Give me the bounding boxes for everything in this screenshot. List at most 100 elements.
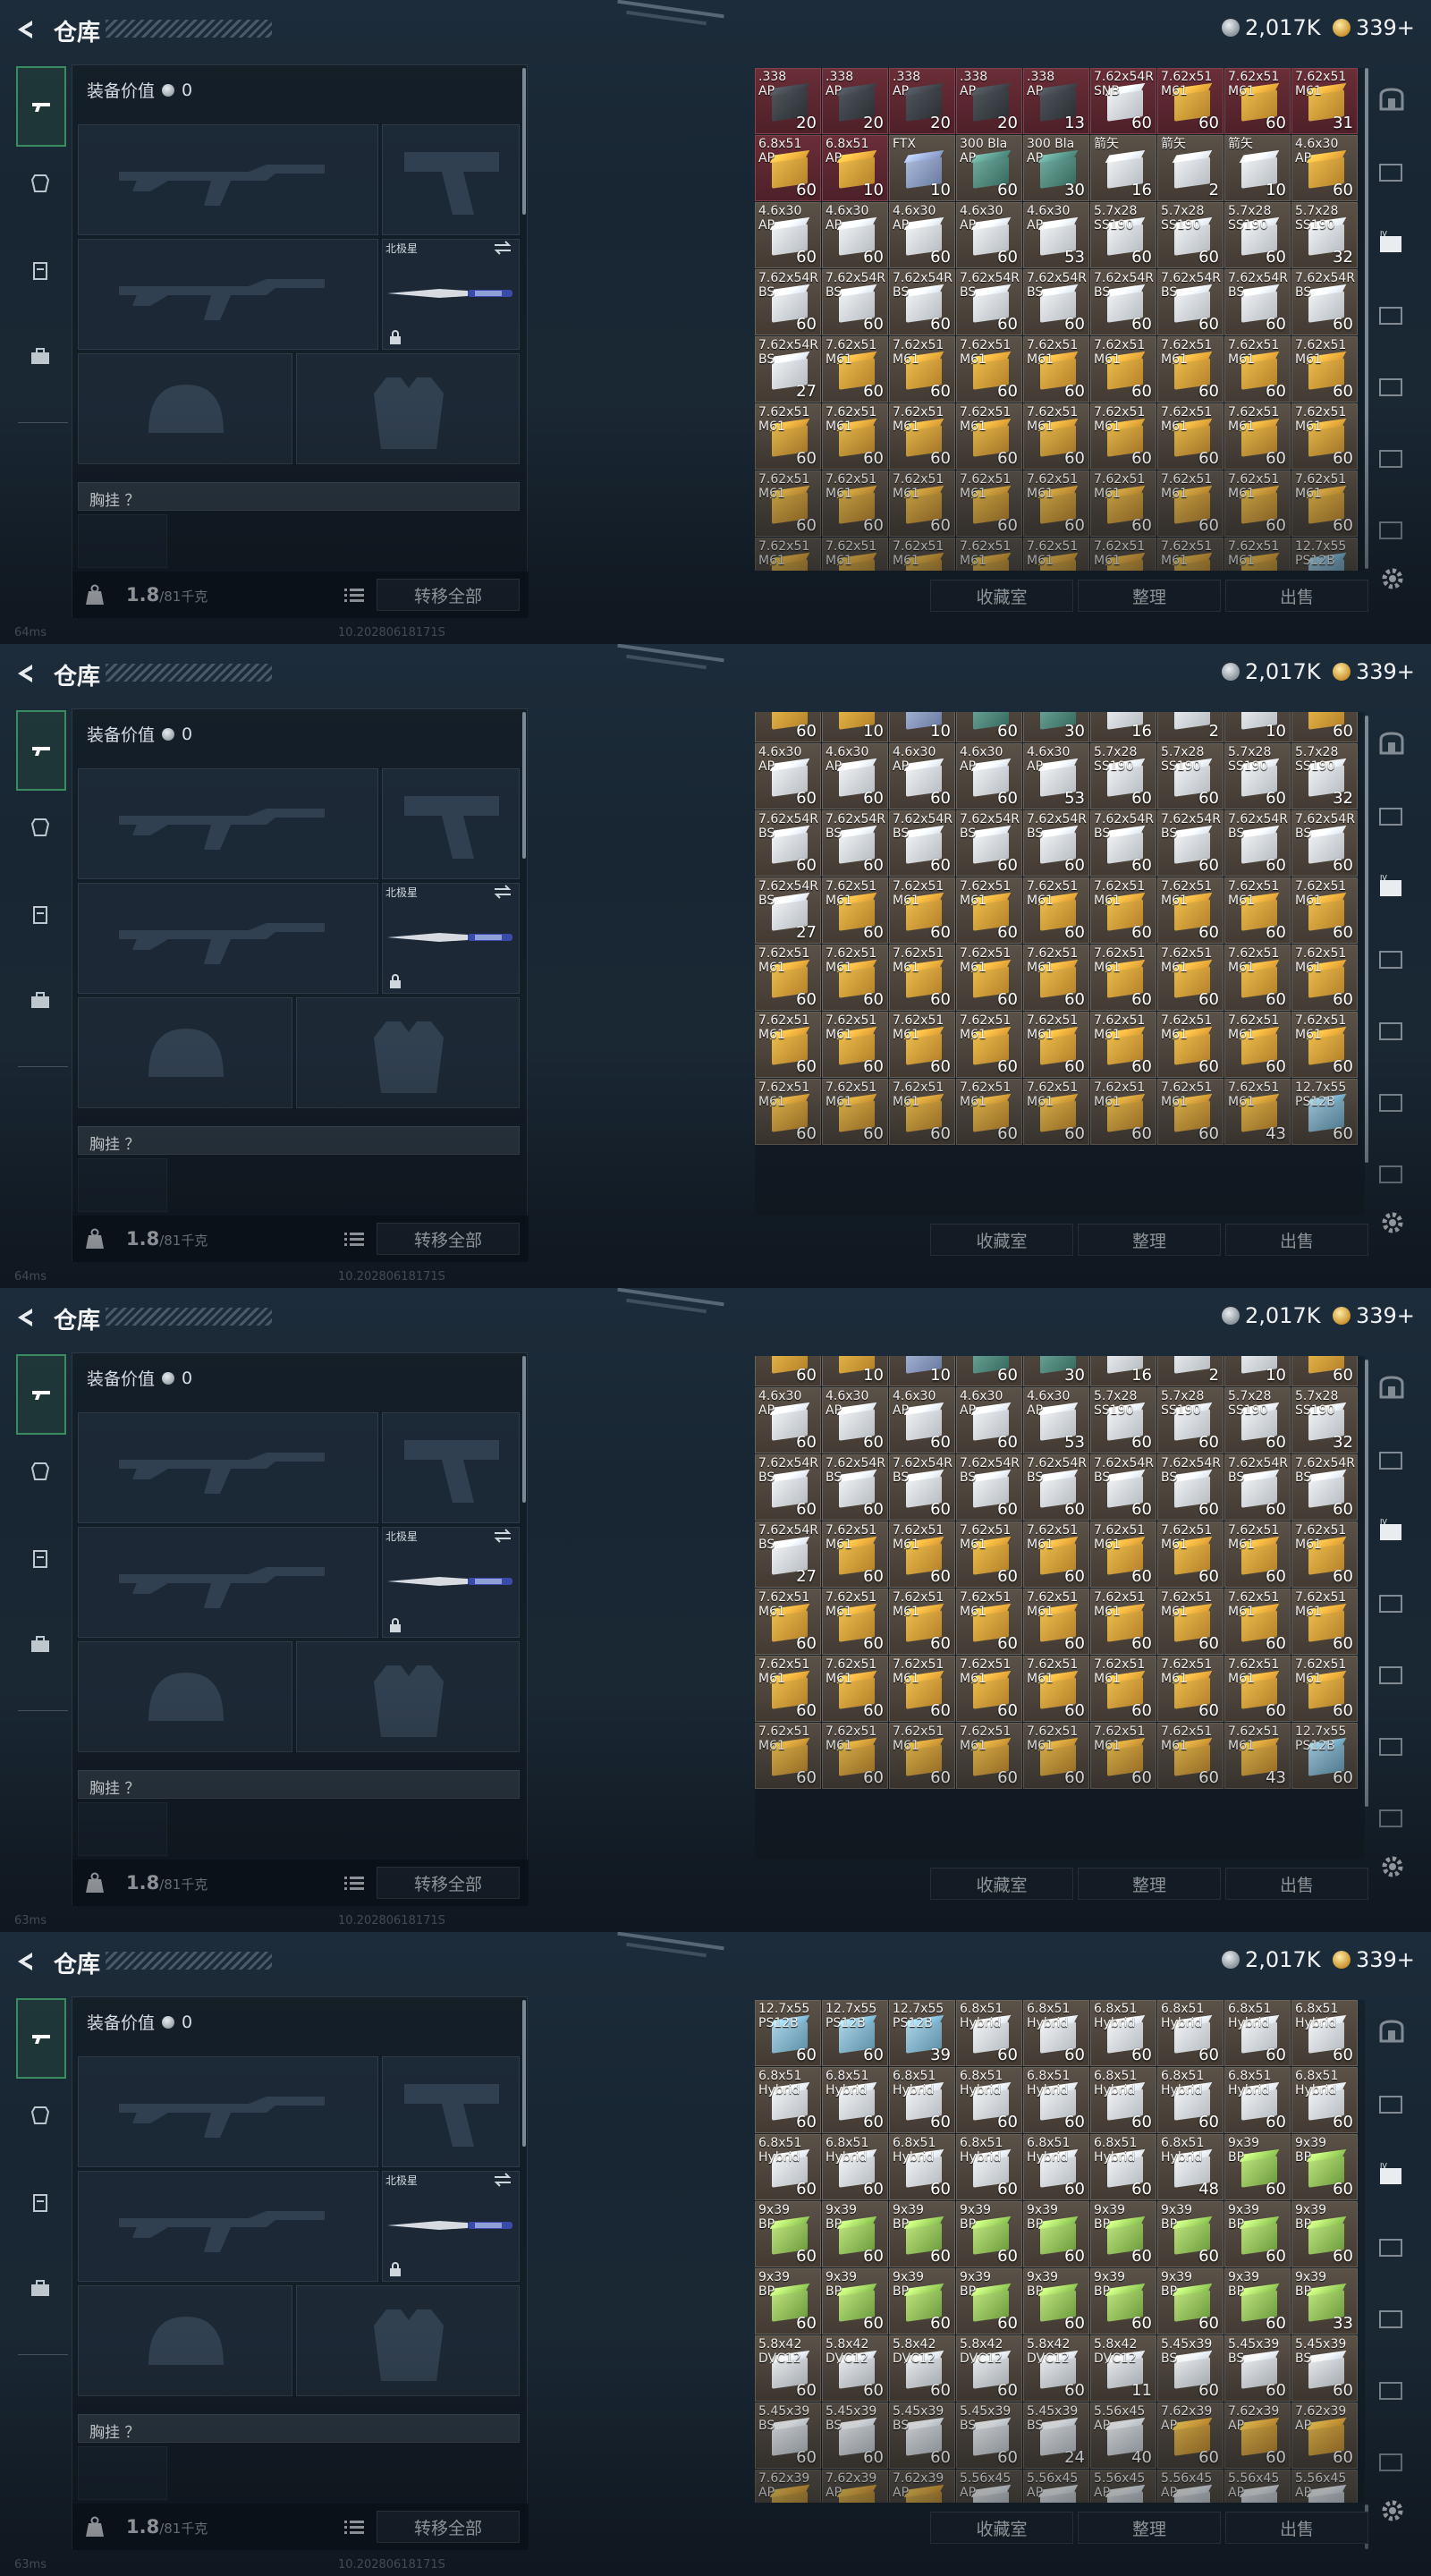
stash-item[interactable]: 7.62x51 M61 bbox=[1224, 538, 1291, 571]
helmet-slot[interactable] bbox=[78, 353, 292, 464]
stash-item[interactable]: 7.62x51 M61 60 bbox=[956, 336, 1022, 402]
nav-weapons[interactable] bbox=[16, 1998, 66, 2079]
stash-item[interactable]: 9x39 BP 60 bbox=[1224, 2201, 1291, 2267]
stash-item[interactable]: 7.62x54R BS 60 bbox=[956, 810, 1022, 877]
stash-item[interactable]: 7.62x51 M61 60 bbox=[1291, 1656, 1358, 1722]
stash-item[interactable]: 5.7x28 SS190 60 bbox=[1157, 1387, 1224, 1453]
stash-item[interactable]: 5.45x39 BS 24 bbox=[1023, 2402, 1089, 2469]
stash-item[interactable]: 7.62x51 M61 60 bbox=[755, 1656, 821, 1722]
stash-item[interactable]: 7.62x54R BS 60 bbox=[1023, 269, 1089, 335]
stash-item[interactable]: 7.62x51 M61 60 bbox=[1291, 1589, 1358, 1655]
stash-item[interactable]: 9x39 BP 60 bbox=[755, 2268, 821, 2334]
secondary-weapon-slot[interactable] bbox=[78, 239, 378, 350]
stash-item[interactable]: 7.62x51 M61 60 bbox=[956, 470, 1022, 537]
stash-item[interactable]: 7.62x51 M61 31 bbox=[1291, 68, 1358, 134]
stash-item[interactable]: 5.8x42 DVC12 60 bbox=[822, 2335, 888, 2402]
stash-item[interactable]: 7.62x51 M61 60 bbox=[1157, 877, 1224, 944]
stash-tab-3[interactable] bbox=[1376, 301, 1408, 327]
stash-item[interactable]: 7.62x51 M61 60 bbox=[1157, 1079, 1224, 1145]
stash-item[interactable]: 7.62x54R BS 27 bbox=[755, 877, 821, 944]
stash-tab-all[interactable] bbox=[1376, 2018, 1408, 2045]
stash-item[interactable]: 7.62x51 M61 60 bbox=[956, 403, 1022, 470]
stash-item[interactable]: 7.62x54R BS 60 bbox=[1157, 269, 1224, 335]
stash-item[interactable]: 7.62x51 M61 60 bbox=[1090, 470, 1156, 537]
stash-scrollbar[interactable] bbox=[1365, 1360, 1368, 1807]
stash-item[interactable]: 6.8x51 Hybrid 60 bbox=[1157, 2067, 1224, 2133]
sort-button[interactable]: 整理 bbox=[1078, 1868, 1221, 1900]
stash-item[interactable]: 6.8x51 Hybrid 60 bbox=[956, 2000, 1022, 2066]
stash-item[interactable]: 6.8x51 Hybrid 60 bbox=[889, 2067, 955, 2133]
stash-item[interactable]: 7.62x51 M61 60 bbox=[889, 1012, 955, 1078]
stash-item[interactable]: 6.8x51 Hybrid 60 bbox=[1291, 2067, 1358, 2133]
collection-button[interactable]: 收藏室 bbox=[930, 1868, 1073, 1900]
chest-rig-header[interactable]: 胸挂 ？ bbox=[78, 1126, 520, 1155]
stash-item[interactable]: 7.62x51 M61 60 bbox=[1090, 1723, 1156, 1789]
stash-item[interactable]: 7.62x51 M61 60 bbox=[956, 945, 1022, 1011]
stash-tab-1[interactable] bbox=[1376, 157, 1408, 184]
transfer-all-button[interactable]: 转移全部 bbox=[377, 579, 520, 611]
stash-item[interactable]: 6.8x51 Hybrid 60 bbox=[1023, 2067, 1089, 2133]
stash-tab-2[interactable]: IV bbox=[1376, 873, 1408, 900]
stash-item[interactable]: 6.8x51 Hybrid 60 bbox=[956, 2134, 1022, 2200]
stash-item[interactable]: 9x39 BP 60 bbox=[1023, 2268, 1089, 2334]
stash-item[interactable]: 7.62x51 M61 bbox=[1090, 538, 1156, 571]
nav-armor[interactable] bbox=[18, 805, 63, 850]
stash-item[interactable]: 4.6x30 AP 60 bbox=[956, 202, 1022, 268]
secondary-weapon-slot[interactable] bbox=[78, 1527, 378, 1638]
collection-button[interactable]: 收藏室 bbox=[930, 2512, 1073, 2544]
stash-item[interactable]: 7.62x51 M61 60 bbox=[755, 945, 821, 1011]
list-icon[interactable] bbox=[344, 588, 364, 604]
stash-item[interactable]: 16 bbox=[1090, 712, 1156, 742]
stash-item[interactable]: 7.62x51 M61 60 bbox=[1157, 470, 1224, 537]
stash-item[interactable]: 7.62x51 M61 bbox=[1023, 538, 1089, 571]
stash-item[interactable]: 5.56x45 AP 40 bbox=[1090, 2402, 1156, 2469]
stash-item[interactable]: 箭矢 10 bbox=[1224, 135, 1291, 201]
stash-item[interactable]: 7.62x54R BS 60 bbox=[1224, 269, 1291, 335]
stash-item[interactable]: 4.6x30 AP 60 bbox=[822, 1387, 888, 1453]
stash-item[interactable]: 16 bbox=[1090, 1356, 1156, 1386]
stash-item[interactable]: 5.7x28 SS190 60 bbox=[1157, 202, 1224, 268]
stash-item[interactable]: 7.62x51 M61 60 bbox=[889, 945, 955, 1011]
stash-tab-all[interactable] bbox=[1376, 86, 1408, 113]
stash-item[interactable]: 7.62x54R BS 60 bbox=[889, 1454, 955, 1521]
stash-item[interactable]: 5.45x39 BS 60 bbox=[956, 2402, 1022, 2469]
stash-item[interactable]: 7.62x54R BS 60 bbox=[889, 269, 955, 335]
stash-item[interactable]: 7.62x54R BS 60 bbox=[755, 810, 821, 877]
stash-item[interactable]: 60 bbox=[956, 1356, 1022, 1386]
nav-backpack[interactable] bbox=[18, 1623, 63, 1667]
armor-slot[interactable] bbox=[296, 353, 520, 464]
stash-item[interactable]: 7.62x51 M61 60 bbox=[822, 1656, 888, 1722]
stash-item[interactable]: 7.62x54R BS 27 bbox=[755, 1521, 821, 1588]
stash-item[interactable]: 60 bbox=[755, 1356, 821, 1386]
stash-item[interactable]: 12.7x55 PS12B 60 bbox=[822, 2000, 888, 2066]
stash-item[interactable]: 5.7x28 SS190 60 bbox=[1224, 1387, 1291, 1453]
stash-item[interactable]: 5.56x45 AP bbox=[1291, 2470, 1358, 2503]
stash-item[interactable]: 6.8x51 Hybrid 60 bbox=[1090, 2134, 1156, 2200]
stash-item[interactable]: 7.62x54R BS 60 bbox=[1157, 810, 1224, 877]
loadout-scrollbar[interactable] bbox=[522, 2000, 526, 2147]
loadout-scrollbar[interactable] bbox=[522, 68, 526, 215]
nav-backpack[interactable] bbox=[18, 979, 63, 1023]
stash-item[interactable]: 7.62x51 M61 43 bbox=[1224, 1723, 1291, 1789]
list-icon[interactable] bbox=[344, 2520, 364, 2536]
stash-item[interactable]: 6.8x51 Hybrid 60 bbox=[1291, 2000, 1358, 2066]
stash-item[interactable]: 7.62x51 M61 60 bbox=[1023, 1012, 1089, 1078]
stash-item[interactable]: 7.62x51 M61 60 bbox=[1224, 945, 1291, 1011]
stash-item[interactable]: 6.8x51 Hybrid 60 bbox=[1023, 2000, 1089, 2066]
stash-item[interactable]: 7.62x51 M61 60 bbox=[1291, 945, 1358, 1011]
stash-item[interactable]: 7.62x51 M61 60 bbox=[1157, 1012, 1224, 1078]
stash-item[interactable]: 7.62x54R BS 60 bbox=[1291, 1454, 1358, 1521]
stash-item[interactable]: 6.8x51 AP 60 bbox=[755, 135, 821, 201]
stash-item[interactable]: FTX 10 bbox=[889, 135, 955, 201]
settings-gear-icon[interactable] bbox=[1379, 1853, 1406, 1880]
stash-item[interactable]: 7.62x51 M61 60 bbox=[1023, 336, 1089, 402]
stash-item[interactable]: 5.7x28 SS190 60 bbox=[1224, 202, 1291, 268]
stash-item[interactable]: 7.62x51 M61 60 bbox=[889, 470, 955, 537]
stash-item[interactable]: 7.62x51 M61 60 bbox=[1224, 1521, 1291, 1588]
stash-item[interactable]: 9x39 BP 60 bbox=[822, 2268, 888, 2334]
stash-item[interactable]: 5.7x28 SS190 60 bbox=[1224, 743, 1291, 809]
secondary-weapon-slot[interactable] bbox=[78, 883, 378, 994]
stash-item[interactable]: 7.62x54R BS 60 bbox=[1023, 1454, 1089, 1521]
stash-item[interactable]: 4.6x30 AP 60 bbox=[755, 1387, 821, 1453]
back-icon[interactable] bbox=[14, 662, 36, 685]
